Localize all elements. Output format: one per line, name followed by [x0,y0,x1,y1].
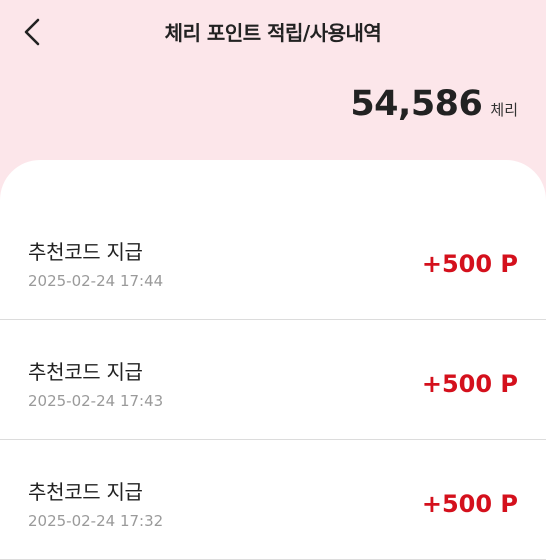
transaction-title: 추천코드 지급 [28,480,143,504]
balance-unit: 체리 [490,101,518,119]
transaction-date: 2025-02-24 17:43 [28,392,164,410]
page-title: 체리 포인트 적립/사용내역 [164,21,382,45]
balance-value: 54,586 [350,84,483,124]
transaction-list[interactable]: 추천코드 지급 2025-02-24 17:44 +500 P 추천코드 지급 … [0,200,546,560]
transaction-amount: +500 P [421,490,518,518]
transaction-amount: +500 P [421,370,518,398]
transaction-item[interactable]: 추천코드 지급 2025-02-24 17:43 +500 P [0,320,546,440]
app-screen: 체리 포인트 적립/사용내역 54,586 체리 추천코드 지급 2025-02… [0,0,546,560]
transaction-date: 2025-02-24 17:44 [28,272,164,290]
header: 체리 포인트 적립/사용내역 [0,0,546,64]
transaction-title: 추천코드 지급 [28,240,143,264]
transaction-item[interactable]: 추천코드 지급 2025-02-24 17:32 +500 P [0,440,546,560]
point-balance: 54,586 체리 [350,84,518,124]
history-card: 추천코드 지급 2025-02-24 17:44 +500 P 추천코드 지급 … [0,160,546,560]
transaction-item[interactable]: 추천코드 지급 2025-02-24 17:44 +500 P [0,200,546,320]
transaction-date: 2025-02-24 17:32 [28,512,164,530]
transaction-title: 추천코드 지급 [28,360,143,384]
transaction-amount: +500 P [421,250,518,278]
